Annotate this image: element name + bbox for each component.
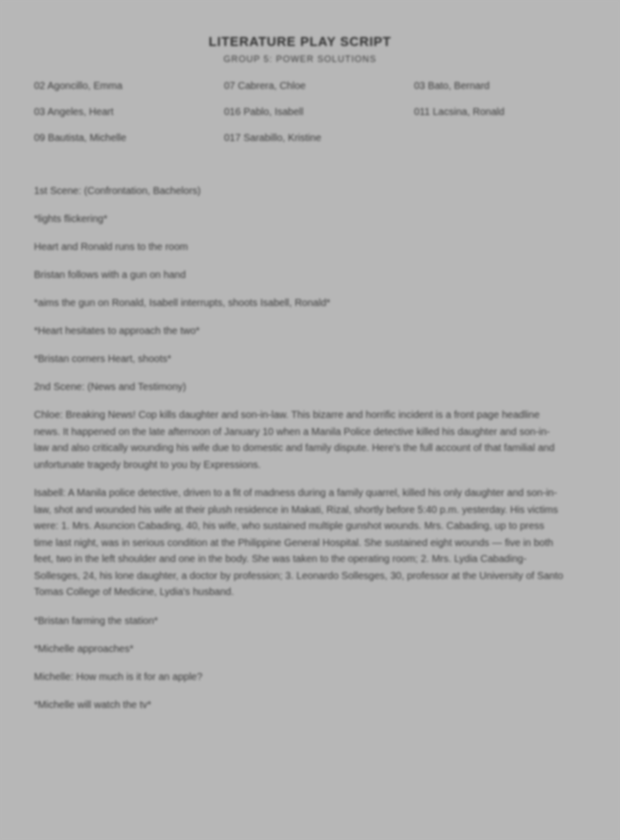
- dialogue-line: Michelle: How much is it for an apple?: [34, 671, 203, 683]
- dialogue-paragraph: Chloe: Breaking News! Cop kills daughter…: [34, 410, 555, 471]
- document-subtitle: GROUP 5: POWER SOLUTIONS: [223, 54, 377, 64]
- stage-direction: *lights flickering*: [34, 214, 108, 225]
- script-body: 1st Scene: (Confrontation, Bachelors) *l…: [34, 184, 564, 726]
- scene-heading: 2nd Scene: (News and Testimony): [34, 382, 187, 393]
- document-page: LITERATURE PLAY SCRIPT GROUP 5: POWER SO…: [0, 0, 620, 840]
- member-name: 07 Cabrera, Chloe: [224, 81, 306, 92]
- member-name: 03 Bato, Bernard: [414, 81, 490, 92]
- member-name: 09 Bautista, Michelle: [34, 133, 127, 144]
- stage-direction: *Michelle will watch the tv*: [34, 699, 152, 711]
- member-name: 02 Agoncillo, Emma: [34, 81, 123, 92]
- member-name: 011 Lacsina, Ronald: [414, 107, 505, 118]
- stage-direction: *Bristan farming the station*: [34, 615, 158, 627]
- stage-direction: *Michelle approaches*: [34, 643, 134, 655]
- member-name: 017 Sarabillo, Kristine: [224, 133, 322, 144]
- member-name: 016 Pablo, Isabell: [224, 107, 304, 118]
- members-column-2: 07 Cabrera, Chloe 016 Pablo, Isabell 017…: [224, 80, 321, 158]
- members-column-3: 03 Bato, Bernard 011 Lacsina, Ronald: [414, 80, 504, 132]
- stage-direction: Bristan follows with a gun on hand: [34, 270, 186, 281]
- member-name: 03 Angeles, Heart: [34, 107, 114, 118]
- members-column-1: 02 Agoncillo, Emma 03 Angeles, Heart 09 …: [34, 80, 126, 158]
- scene-heading: 1st Scene: (Confrontation, Bachelors): [34, 186, 201, 197]
- stage-direction: *Bristan corners Heart, shoots*: [34, 354, 172, 365]
- stage-direction: Heart and Ronald runs to the room: [34, 242, 188, 253]
- document-title: LITERATURE PLAY SCRIPT: [208, 34, 392, 49]
- stage-direction: *Heart hesitates to approach the two*: [34, 326, 200, 337]
- dialogue-paragraph: Isabell: A Manila police detective, driv…: [34, 488, 564, 598]
- stage-direction: *aims the gun on Ronald, Isabell interru…: [34, 298, 331, 309]
